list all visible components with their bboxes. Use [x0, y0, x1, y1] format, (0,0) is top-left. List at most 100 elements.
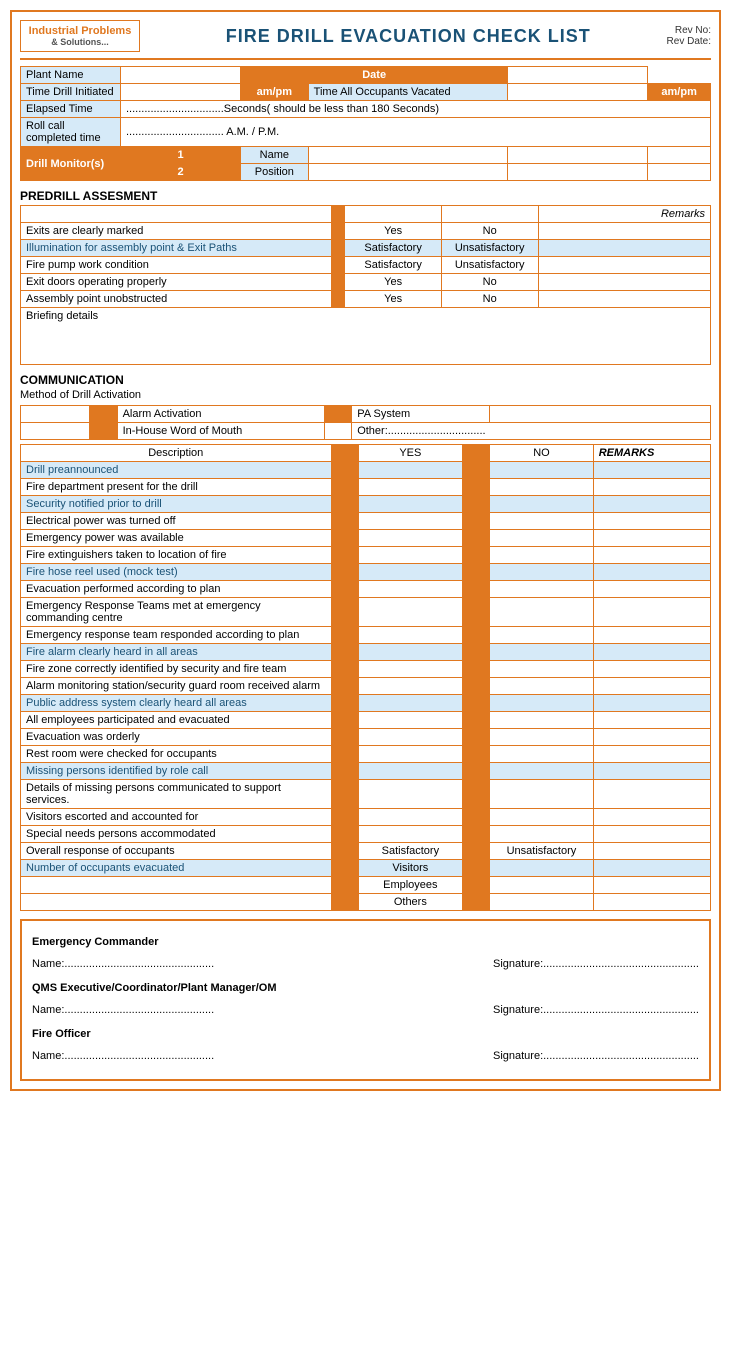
- comm-row-yes[interactable]: [359, 513, 463, 530]
- comm-row-no[interactable]: [490, 547, 594, 564]
- comm-row-yes[interactable]: [359, 547, 463, 564]
- comm-row-no[interactable]: [490, 530, 594, 547]
- comm-row-yes[interactable]: [359, 644, 463, 661]
- comm-row-remarks[interactable]: [593, 763, 710, 780]
- comm-row-yes[interactable]: [359, 627, 463, 644]
- plant-name-label: Plant Name: [21, 67, 121, 84]
- comm-row-remarks[interactable]: [593, 661, 710, 678]
- ampm1: am/pm: [241, 84, 309, 101]
- comm-row-yes[interactable]: [359, 661, 463, 678]
- comm-row-no[interactable]: [490, 678, 594, 695]
- comm-row-yes[interactable]: [359, 780, 463, 809]
- logo-line2: & Solutions...: [25, 37, 135, 47]
- comm-row-yes[interactable]: [359, 496, 463, 513]
- col-remarks-header: REMARKS: [593, 445, 710, 462]
- comm-row-no[interactable]: [490, 780, 594, 809]
- monitor2-extra[interactable]: [508, 164, 648, 181]
- comm-row-yes[interactable]: [359, 598, 463, 627]
- comm-row-no[interactable]: [490, 496, 594, 513]
- comm-row-yes[interactable]: [359, 678, 463, 695]
- comm-row-yes[interactable]: [359, 479, 463, 496]
- comm-row-divider: [331, 678, 359, 695]
- list-item: Emergency Response Teams met at emergenc…: [21, 598, 332, 627]
- list-item: Public address system clearly heard all …: [21, 695, 332, 712]
- comm-row-remarks[interactable]: [593, 843, 710, 860]
- comm-row-yes[interactable]: [359, 729, 463, 746]
- date-value[interactable]: [508, 67, 648, 84]
- comm-row-no[interactable]: [490, 513, 594, 530]
- predrill-col2-header: [441, 206, 538, 223]
- comm-row-yes[interactable]: [359, 712, 463, 729]
- comm-row-remarks[interactable]: [593, 860, 710, 877]
- comm-row-no[interactable]: [490, 462, 594, 479]
- comm-row-no[interactable]: [490, 581, 594, 598]
- monitor2-name-value[interactable]: [308, 164, 508, 181]
- comm-row-yes[interactable]: [359, 581, 463, 598]
- predrill-exits-remarks[interactable]: [538, 223, 711, 240]
- monitor2-name: Position: [241, 164, 309, 181]
- comm-occ-empty: [490, 877, 594, 894]
- comm-row-no[interactable]: [490, 564, 594, 581]
- comm-row-remarks[interactable]: [593, 530, 710, 547]
- comm-row-remarks[interactable]: [593, 547, 710, 564]
- plant-name-value[interactable]: [121, 67, 241, 84]
- comm-row-remarks[interactable]: [593, 746, 710, 763]
- comm-row-yes[interactable]: [359, 462, 463, 479]
- comm-row-no[interactable]: [490, 746, 594, 763]
- comm-row-remarks[interactable]: [593, 564, 710, 581]
- comm-row-remarks[interactable]: [593, 780, 710, 809]
- comm-row-yes[interactable]: [359, 809, 463, 826]
- comm-row-no[interactable]: [490, 479, 594, 496]
- comm-row-no[interactable]: [490, 826, 594, 843]
- monitor1-extra2[interactable]: [648, 147, 711, 164]
- comm-row-yes[interactable]: [359, 826, 463, 843]
- comm-row-remarks[interactable]: [593, 479, 710, 496]
- comm-row-no[interactable]: [490, 712, 594, 729]
- comm-row-divider: [331, 581, 359, 598]
- method-empty4: [324, 423, 352, 440]
- comm-row-divider: [331, 780, 359, 809]
- comm-row-yes[interactable]: [359, 695, 463, 712]
- comm-divider2: [462, 445, 490, 462]
- comm-row-remarks[interactable]: [593, 598, 710, 627]
- predrill-illumination-remarks[interactable]: [538, 240, 711, 257]
- comm-row-no[interactable]: [490, 661, 594, 678]
- monitor1-extra[interactable]: [508, 147, 648, 164]
- comm-row-no[interactable]: [490, 644, 594, 661]
- time-all-value[interactable]: [508, 84, 648, 101]
- time-drill-value[interactable]: [121, 84, 241, 101]
- comm-row-no[interactable]: [490, 729, 594, 746]
- comm-row-yes[interactable]: [359, 530, 463, 547]
- comm-row-no[interactable]: [490, 695, 594, 712]
- comm-row-no[interactable]: [490, 809, 594, 826]
- comm-occ-remarks[interactable]: [593, 877, 710, 894]
- comm-row-yes[interactable]: [359, 746, 463, 763]
- comm-row-no[interactable]: [490, 627, 594, 644]
- comm-row-divider: [331, 462, 359, 479]
- comm-occ-remarks[interactable]: [593, 894, 710, 911]
- comm-row-no[interactable]: [490, 598, 594, 627]
- comm-row-remarks[interactable]: [593, 826, 710, 843]
- comm-row-remarks[interactable]: [593, 712, 710, 729]
- comm-row-no[interactable]: [490, 763, 594, 780]
- comm-row-remarks[interactable]: [593, 513, 710, 530]
- comm-row-remarks[interactable]: [593, 678, 710, 695]
- monitor2-extra2[interactable]: [648, 164, 711, 181]
- comm-row-remarks[interactable]: [593, 581, 710, 598]
- comm-row-remarks[interactable]: [593, 695, 710, 712]
- comm-row-yes[interactable]: [359, 564, 463, 581]
- comm-row-remarks[interactable]: [593, 627, 710, 644]
- predrill-assembly-remarks[interactable]: [538, 291, 711, 308]
- comm-row-remarks[interactable]: [593, 496, 710, 513]
- comm-row-remarks[interactable]: [593, 644, 710, 661]
- comm-row-yes[interactable]: [359, 763, 463, 780]
- predrill-remarks-header: Remarks: [538, 206, 711, 223]
- monitor1-name-value[interactable]: [308, 147, 508, 164]
- comm-row-remarks[interactable]: [593, 729, 710, 746]
- comm-row-divider: [331, 746, 359, 763]
- comm-row-remarks[interactable]: [593, 809, 710, 826]
- comm-row-remarks[interactable]: [593, 462, 710, 479]
- predrill-pump-remarks[interactable]: [538, 257, 711, 274]
- comm-row-divider: [331, 763, 359, 780]
- predrill-exitdoors-remarks[interactable]: [538, 274, 711, 291]
